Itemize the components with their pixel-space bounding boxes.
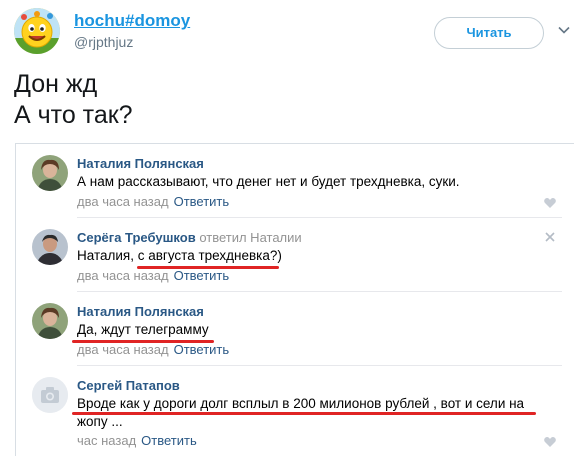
comment-author[interactable]: Наталия Полянская — [77, 304, 204, 319]
divider — [77, 365, 562, 366]
comment-author[interactable]: Наталия Полянская — [77, 156, 204, 171]
comment-author: Серёга Требушков ответил Наталии — [77, 230, 302, 245]
comments-screenshot: Наталия Полянская А нам рассказывают, чт… — [15, 143, 574, 456]
close-icon[interactable] — [543, 230, 557, 244]
comment-time[interactable]: час назад — [77, 433, 136, 448]
avatar[interactable] — [32, 155, 68, 191]
comment-author[interactable]: Сергей Патапов — [77, 378, 180, 393]
avatar[interactable] — [32, 303, 68, 339]
user-avatar[interactable] — [14, 8, 60, 54]
comment-meta: два часа назад Ответить — [77, 342, 229, 357]
avatar[interactable] — [32, 229, 68, 265]
tweet-header: hochu#domoy @rjpthjuz Читать — [0, 0, 574, 60]
tweet-text: Дон жд А что так? — [14, 69, 133, 131]
display-name[interactable]: hochu#domoy — [74, 11, 190, 31]
divider — [77, 217, 562, 218]
comment-text-line: Вроде как у дороги долг всплыл в 200 мил… — [77, 396, 525, 411]
smiley-avatar-image — [14, 8, 60, 54]
reply-link[interactable]: Ответить — [174, 268, 230, 283]
heart-icon[interactable] — [543, 435, 557, 449]
tweet-text-line: Дон жд — [14, 70, 98, 98]
comment-text: А нам рассказывают, что денег нет и буде… — [77, 174, 460, 189]
tweet-text-line: А что так? — [14, 101, 133, 129]
screen-name[interactable]: @rjpthjuz — [74, 34, 133, 50]
reply-link[interactable]: Ответить — [141, 433, 197, 448]
comment-time[interactable]: два часа назад — [77, 268, 169, 283]
comment-author-name[interactable]: Серёга Требушков — [77, 230, 196, 245]
red-underline — [72, 412, 536, 415]
comment-meta: два часа назад Ответить — [77, 194, 229, 209]
comment-time[interactable]: два часа назад — [77, 342, 169, 357]
follow-button[interactable]: Читать — [434, 17, 544, 49]
comment-time[interactable]: два часа назад — [77, 194, 169, 209]
replied-to[interactable]: ответил Наталии — [199, 230, 301, 245]
reply-link[interactable]: Ответить — [174, 194, 230, 209]
comment-meta: два часа назад Ответить — [77, 268, 229, 283]
avatar[interactable] — [32, 377, 68, 413]
divider — [77, 291, 562, 292]
reply-link[interactable]: Ответить — [174, 342, 230, 357]
comment-text: Да, ждут телеграмму — [77, 322, 209, 337]
chevron-down-icon[interactable] — [558, 24, 570, 36]
heart-icon[interactable] — [543, 196, 557, 210]
comment-text-line: жопу ... — [77, 414, 123, 429]
camera-icon — [32, 377, 68, 413]
comment-text: Наталия, с августа трехдневка?) — [77, 248, 282, 263]
comment-meta: час назад Ответить — [77, 433, 197, 448]
